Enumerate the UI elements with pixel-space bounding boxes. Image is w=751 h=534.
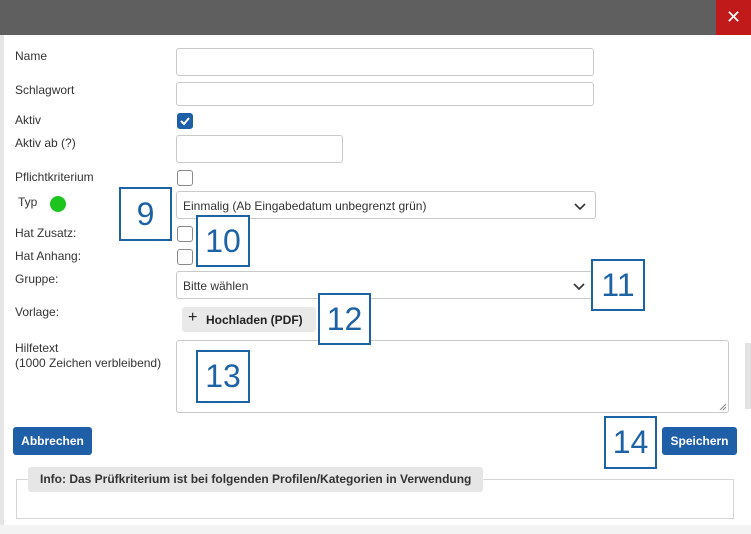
schlagwort-input[interactable] <box>176 82 594 106</box>
dialog-titlebar <box>0 0 751 35</box>
aktiv-checkbox[interactable] <box>177 113 193 129</box>
annotation-badge: 14 <box>604 416 657 469</box>
plus-icon: + <box>188 309 198 326</box>
status-dot-icon <box>50 196 66 212</box>
hat-zusatz-label: Hat Zusatz: <box>15 226 77 240</box>
chevron-down-icon <box>574 203 586 211</box>
gruppe-label: Gruppe: <box>15 272 59 286</box>
hat-anhang-checkbox[interactable] <box>177 249 193 265</box>
cancel-button[interactable]: Abbrechen <box>13 427 92 455</box>
hilfetext-textarea[interactable] <box>176 340 729 413</box>
aktiv-ab-label: Aktiv ab (?) <box>15 136 76 150</box>
vorlage-label: Vorlage: <box>15 305 60 319</box>
typ-select-value: Einmalig (Ab Eingabedatum unbegrenzt grü… <box>183 199 427 213</box>
hilfetext-remaining: (1000 Zeichen verbleibend) <box>15 356 162 370</box>
gruppe-select[interactable]: Bitte wählen <box>176 271 593 299</box>
chevron-down-icon <box>573 283 585 291</box>
name-label: Name <box>15 49 48 63</box>
annotation-badge: 13 <box>196 350 250 403</box>
info-text: Info: Das Prüfkriterium ist bei folgende… <box>28 467 484 492</box>
dialog-left-border <box>0 35 4 534</box>
side-scroll-edge <box>745 343 751 409</box>
background-strip <box>0 525 751 534</box>
hat-zusatz-checkbox[interactable] <box>177 226 193 242</box>
annotation-badge: 12 <box>318 293 371 345</box>
typ-label: Typ <box>18 195 38 209</box>
aktiv-ab-input[interactable] <box>176 135 343 163</box>
hilfetext-label: Hilfetext <box>15 341 59 355</box>
annotation-badge: 9 <box>119 187 172 241</box>
checkmark-icon <box>180 117 190 126</box>
schlagwort-label: Schlagwort <box>15 83 75 97</box>
pflichtkriterium-checkbox[interactable] <box>177 170 193 186</box>
upload-pdf-label: Hochladen (PDF) <box>206 313 303 327</box>
annotation-badge: 10 <box>196 215 250 267</box>
close-icon: ✕ <box>725 7 742 27</box>
save-button[interactable]: Speichern <box>662 427 737 455</box>
upload-pdf-button[interactable]: + Hochladen (PDF) <box>182 307 316 332</box>
name-input[interactable] <box>176 48 594 76</box>
pflichtkriterium-label: Pflichtkriterium <box>15 170 94 184</box>
annotation-badge: 11 <box>591 259 645 311</box>
close-button[interactable]: ✕ <box>716 0 751 35</box>
gruppe-select-value: Bitte wählen <box>183 279 249 293</box>
resize-handle-icon[interactable] <box>719 403 727 411</box>
hat-anhang-label: Hat Anhang: <box>15 249 82 263</box>
aktiv-label: Aktiv <box>15 113 42 127</box>
